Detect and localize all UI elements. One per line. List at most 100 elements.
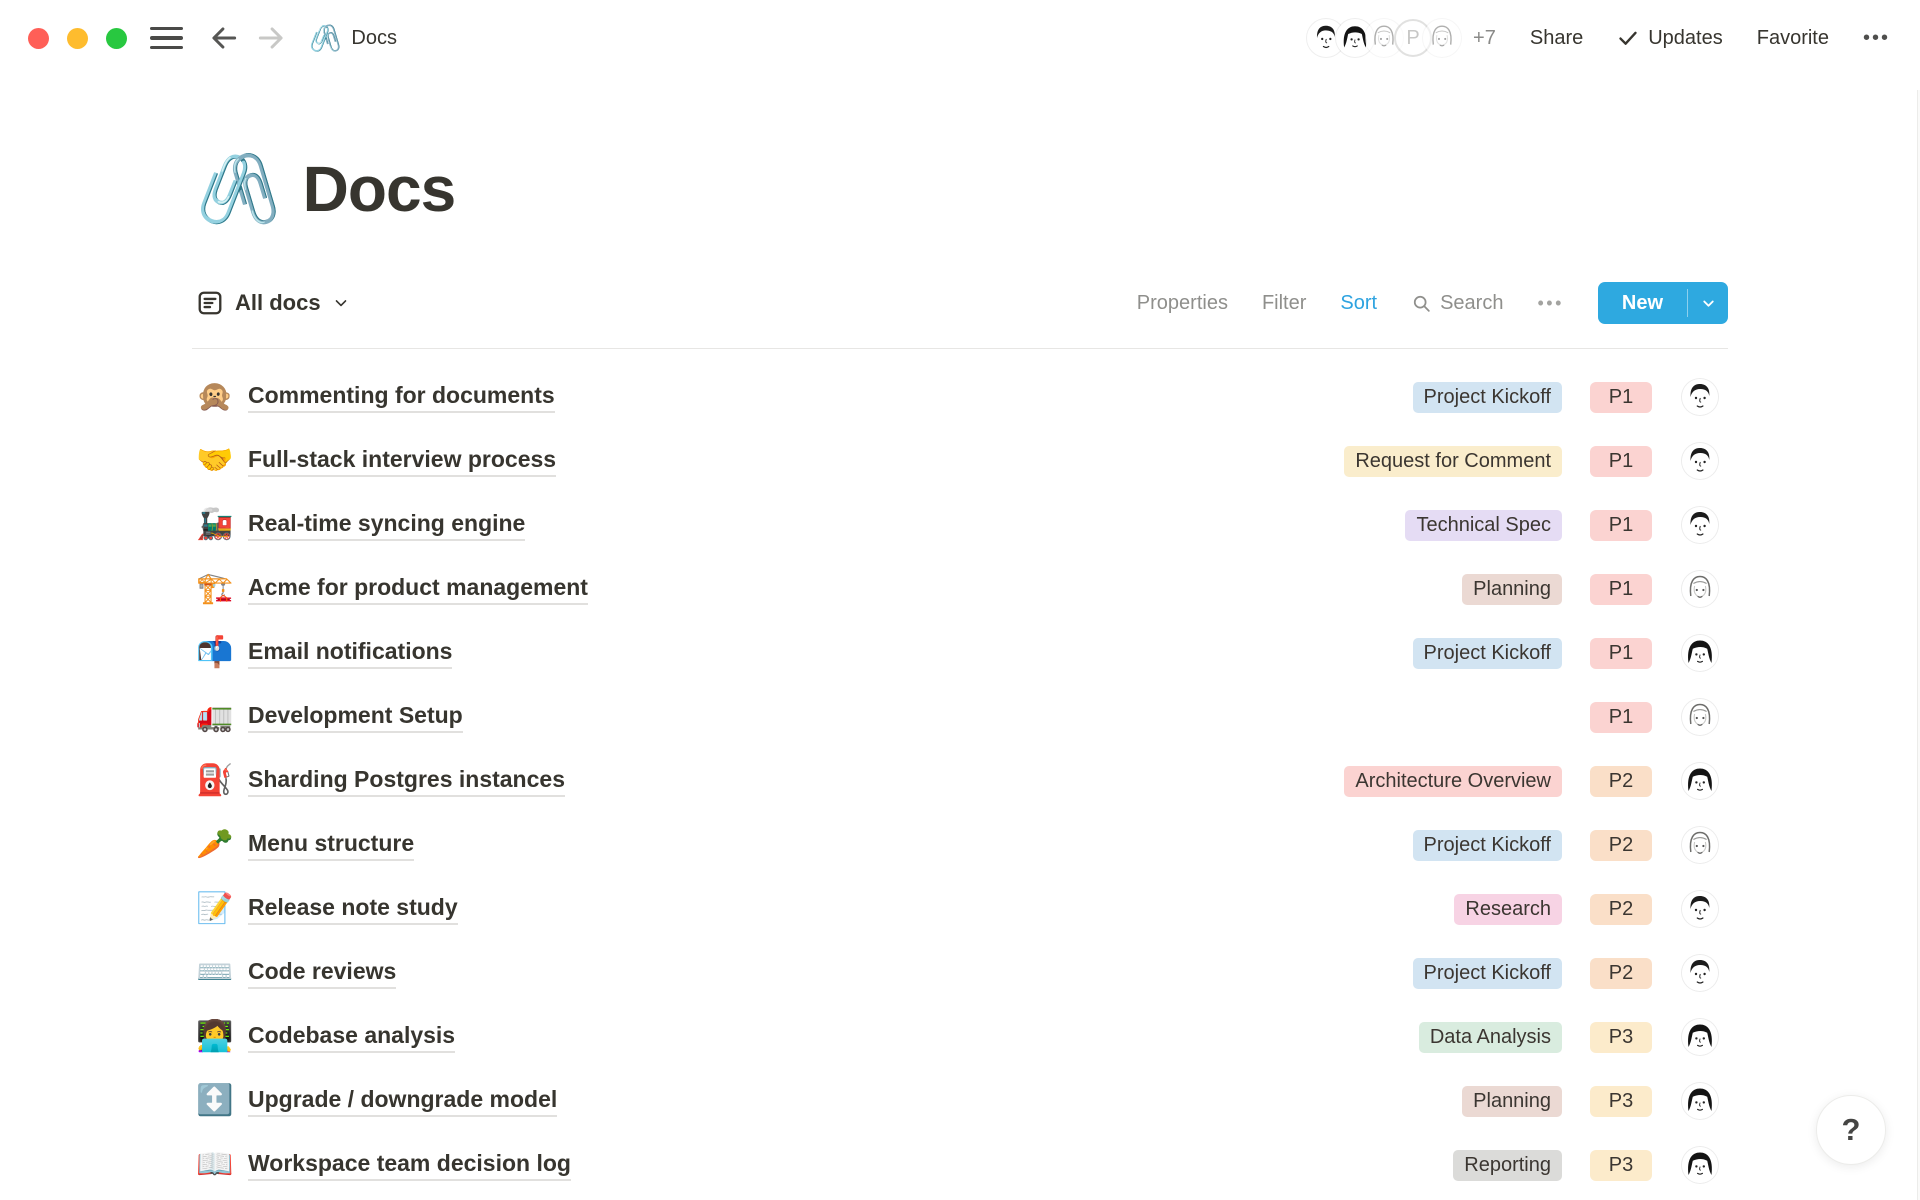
collaborator-avatar[interactable] [1423,19,1461,57]
new-button-label: New [1598,282,1687,324]
page-title: Docs [303,152,456,226]
doc-owner-avatar [1682,1147,1718,1183]
doc-priority-badge: P1 [1590,638,1652,669]
filter-button[interactable]: Filter [1262,292,1306,315]
doc-type-tag: Project Kickoff [1413,958,1562,989]
updates-button[interactable]: Updates [1617,27,1723,50]
close-window-button[interactable] [28,28,49,49]
breadcrumb-page-title: Docs [351,27,397,50]
doc-priority-badge: P1 [1590,446,1652,477]
view-toolbar: All docs Properties Filter Sort Search •… [192,282,1728,349]
doc-title-link[interactable]: Development Setup [248,702,463,733]
doc-title-link[interactable]: Release note study [248,894,458,925]
chevron-down-icon [332,294,350,312]
doc-owner-avatar [1682,827,1718,863]
properties-button[interactable]: Properties [1137,292,1228,315]
table-row[interactable]: 🥕 Menu structure Project Kickoff P2 [192,813,1728,877]
table-row[interactable]: 🚂 Real-time syncing engine Technical Spe… [192,493,1728,557]
doc-type-tag: Architecture Overview [1344,766,1562,797]
search-button[interactable]: Search [1411,292,1503,315]
doc-type-tag: Research [1454,894,1562,925]
more-options-icon[interactable]: ••• [1863,27,1890,50]
doc-type-tag: Request for Comment [1344,446,1562,477]
share-button[interactable]: Share [1530,27,1583,50]
table-row[interactable]: 🏗️ Acme for product management Planning … [192,557,1728,621]
doc-priority-badge: P1 [1590,382,1652,413]
page-icon[interactable]: 🖇️ [196,155,281,223]
doc-emoji-icon: ↕️ [196,1086,238,1116]
doc-owner-avatar [1682,1019,1718,1055]
doc-emoji-icon: 🏗️ [196,574,238,604]
table-row[interactable]: 📝 Release note study Research P2 [192,877,1728,941]
doc-title-link[interactable]: Email notifications [248,638,452,669]
doc-emoji-icon: ⌨️ [196,958,238,988]
doc-priority-badge: P2 [1590,830,1652,861]
doc-title-link[interactable]: Workspace team decision log [248,1150,571,1181]
doc-emoji-icon: 🚛 [196,702,238,732]
doc-title-link[interactable]: Codebase analysis [248,1022,455,1053]
doc-owner-avatar [1682,763,1718,799]
view-switcher[interactable]: All docs [196,289,350,317]
new-dropdown-chevron-icon[interactable] [1688,282,1728,324]
doc-type-tag: Reporting [1453,1150,1562,1181]
updates-label: Updates [1648,27,1723,50]
table-row[interactable]: 🚛 Development Setup P1 [192,685,1728,749]
doc-owner-avatar [1682,571,1718,607]
favorite-button[interactable]: Favorite [1757,27,1829,50]
sidebar-toggle-icon[interactable] [149,24,183,52]
table-row[interactable]: 👩‍💻 Codebase analysis Data Analysis P3 [192,1005,1728,1069]
doc-type-tag: Project Kickoff [1413,830,1562,861]
doc-owner-avatar [1682,1083,1718,1119]
doc-emoji-icon: 🥕 [196,830,238,860]
window-topbar: 🖇️ Docs P +7 Share Updates Favorite ••• [0,0,1920,76]
doc-priority-badge: P2 [1590,894,1652,925]
check-icon [1617,27,1639,49]
doc-priority-badge: P3 [1590,1150,1652,1181]
doc-emoji-icon: 📖 [196,1150,238,1180]
sort-button[interactable]: Sort [1340,292,1377,315]
table-row[interactable]: ⛽ Sharding Postgres instances Architectu… [192,749,1728,813]
new-button[interactable]: New [1598,282,1728,324]
help-button[interactable]: ? [1816,1095,1886,1165]
doc-title-link[interactable]: Real-time syncing engine [248,510,525,541]
back-arrow-icon[interactable] [207,21,241,55]
doc-priority-badge: P3 [1590,1022,1652,1053]
doc-emoji-icon: ⛽ [196,766,238,796]
doc-title-link[interactable]: Menu structure [248,830,414,861]
doc-title-link[interactable]: Acme for product management [248,574,588,605]
view-name: All docs [235,290,321,316]
zoom-window-button[interactable] [106,28,127,49]
topbar-actions: P +7 Share Updates Favorite ••• [1307,19,1890,57]
breadcrumb[interactable]: 🖇️ Docs [309,25,397,51]
table-row[interactable]: ⌨️ Code reviews Project Kickoff P2 [192,941,1728,1005]
doc-type-tag: Project Kickoff [1413,382,1562,413]
table-row[interactable]: 🙊 Commenting for documents Project Kicko… [192,365,1728,429]
doc-title-link[interactable]: Upgrade / downgrade model [248,1086,557,1117]
doc-owner-avatar [1682,955,1718,991]
doc-owner-avatar [1682,443,1718,479]
doc-title-link[interactable]: Commenting for documents [248,382,555,413]
view-actions: Properties Filter Sort Search ••• New [1137,282,1728,324]
doc-owner-avatar [1682,891,1718,927]
doc-emoji-icon: 🤝 [196,446,238,476]
breadcrumb-page-icon: 🖇️ [309,25,341,51]
doc-list: 🙊 Commenting for documents Project Kicko… [192,349,1728,1197]
doc-owner-avatar [1682,379,1718,415]
view-more-options-icon[interactable]: ••• [1537,293,1563,314]
doc-title-link[interactable]: Full-stack interview process [248,446,556,477]
doc-owner-avatar [1682,699,1718,735]
doc-emoji-icon: 👩‍💻 [196,1022,238,1052]
table-row[interactable]: 📬 Email notifications Project Kickoff P1 [192,621,1728,685]
collaborator-overflow-count[interactable]: +7 [1473,27,1496,50]
table-row[interactable]: ↕️ Upgrade / downgrade model Planning P3 [192,1069,1728,1133]
doc-title-link[interactable]: Code reviews [248,958,396,989]
doc-emoji-icon: 🙊 [196,382,238,412]
doc-priority-badge: P3 [1590,1086,1652,1117]
forward-arrow-icon[interactable] [254,21,288,55]
doc-title-link[interactable]: Sharding Postgres instances [248,766,565,797]
list-view-icon [196,289,224,317]
table-row[interactable]: 📖 Workspace team decision log Reporting … [192,1133,1728,1197]
doc-type-tag: Project Kickoff [1413,638,1562,669]
minimize-window-button[interactable] [67,28,88,49]
table-row[interactable]: 🤝 Full-stack interview process Request f… [192,429,1728,493]
